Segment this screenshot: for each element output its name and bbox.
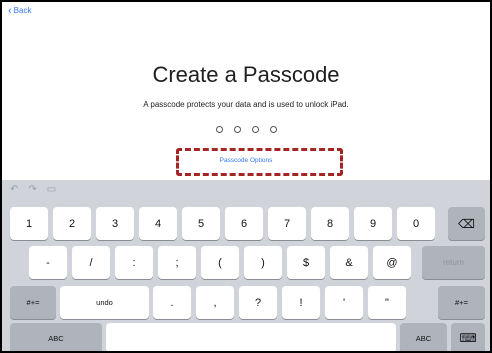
undo-icon[interactable]: ↶: [10, 184, 18, 195]
key[interactable]: ": [368, 286, 406, 319]
page-title: Create a Passcode: [152, 62, 340, 87]
delete-key[interactable]: ⌫: [448, 207, 485, 240]
chevron-left-icon: ‹: [8, 4, 12, 17]
key[interactable]: ;: [158, 246, 196, 279]
paste-icon[interactable]: ▭: [47, 184, 56, 195]
key[interactable]: :: [115, 246, 153, 279]
key[interactable]: ,: [196, 286, 234, 319]
passcode-dots: [2, 126, 490, 133]
undo-key[interactable]: undo: [60, 286, 149, 319]
key[interactable]: 5: [182, 207, 220, 240]
redo-icon[interactable]: ↷: [28, 184, 36, 195]
key[interactable]: (: [201, 246, 239, 279]
keyboard-toolbar: ↶ ↷ ▭: [10, 184, 56, 195]
key[interactable]: $: [287, 246, 325, 279]
key[interactable]: 3: [96, 207, 134, 240]
symbols-key-left[interactable]: #+=: [10, 286, 56, 319]
key[interactable]: 1: [10, 207, 48, 240]
keyboard-dismiss-key[interactable]: ⌨: [451, 323, 485, 351]
key[interactable]: 6: [225, 207, 263, 240]
key[interactable]: @: [373, 246, 411, 279]
back-button[interactable]: ‹ Back: [8, 4, 32, 17]
return-key[interactable]: return: [422, 246, 485, 279]
key[interactable]: 2: [53, 207, 91, 240]
key[interactable]: 7: [268, 207, 306, 240]
passcode-dot: [233, 126, 241, 133]
key[interactable]: 0: [397, 207, 435, 240]
key[interactable]: 8: [311, 207, 349, 240]
key[interactable]: .: [153, 286, 191, 319]
keyboard-dismiss-icon: ⌨: [459, 331, 477, 345]
back-label: Back: [13, 6, 32, 15]
abc-key-left[interactable]: ABC: [10, 323, 102, 351]
passcode-dot: [269, 126, 277, 133]
key[interactable]: /: [72, 246, 110, 279]
key[interactable]: ): [244, 246, 282, 279]
passcode-options-link[interactable]: Passcode Options: [2, 157, 490, 164]
key[interactable]: 9: [354, 207, 392, 240]
key[interactable]: ?: [239, 286, 277, 319]
key[interactable]: !: [282, 286, 320, 319]
key[interactable]: ': [325, 286, 363, 319]
abc-key-right[interactable]: ABC: [400, 323, 447, 351]
symbols-key-right[interactable]: #+=: [438, 286, 485, 319]
passcode-dot: [251, 126, 259, 133]
passcode-dot: [215, 126, 223, 133]
page-subtitle: A passcode protects your data and is use…: [143, 100, 349, 109]
space-key[interactable]: [106, 323, 396, 351]
screen: ‹ Back Create a Passcode A passcode prot…: [0, 0, 492, 353]
key[interactable]: 4: [139, 207, 177, 240]
key[interactable]: &: [330, 246, 368, 279]
delete-icon: ⌫: [458, 216, 475, 231]
keyboard: ↶ ↷ ▭ 1234567890 ⌫ - /:;() $ & @ return #+= …: [2, 180, 490, 351]
key[interactable]: -: [29, 246, 67, 279]
